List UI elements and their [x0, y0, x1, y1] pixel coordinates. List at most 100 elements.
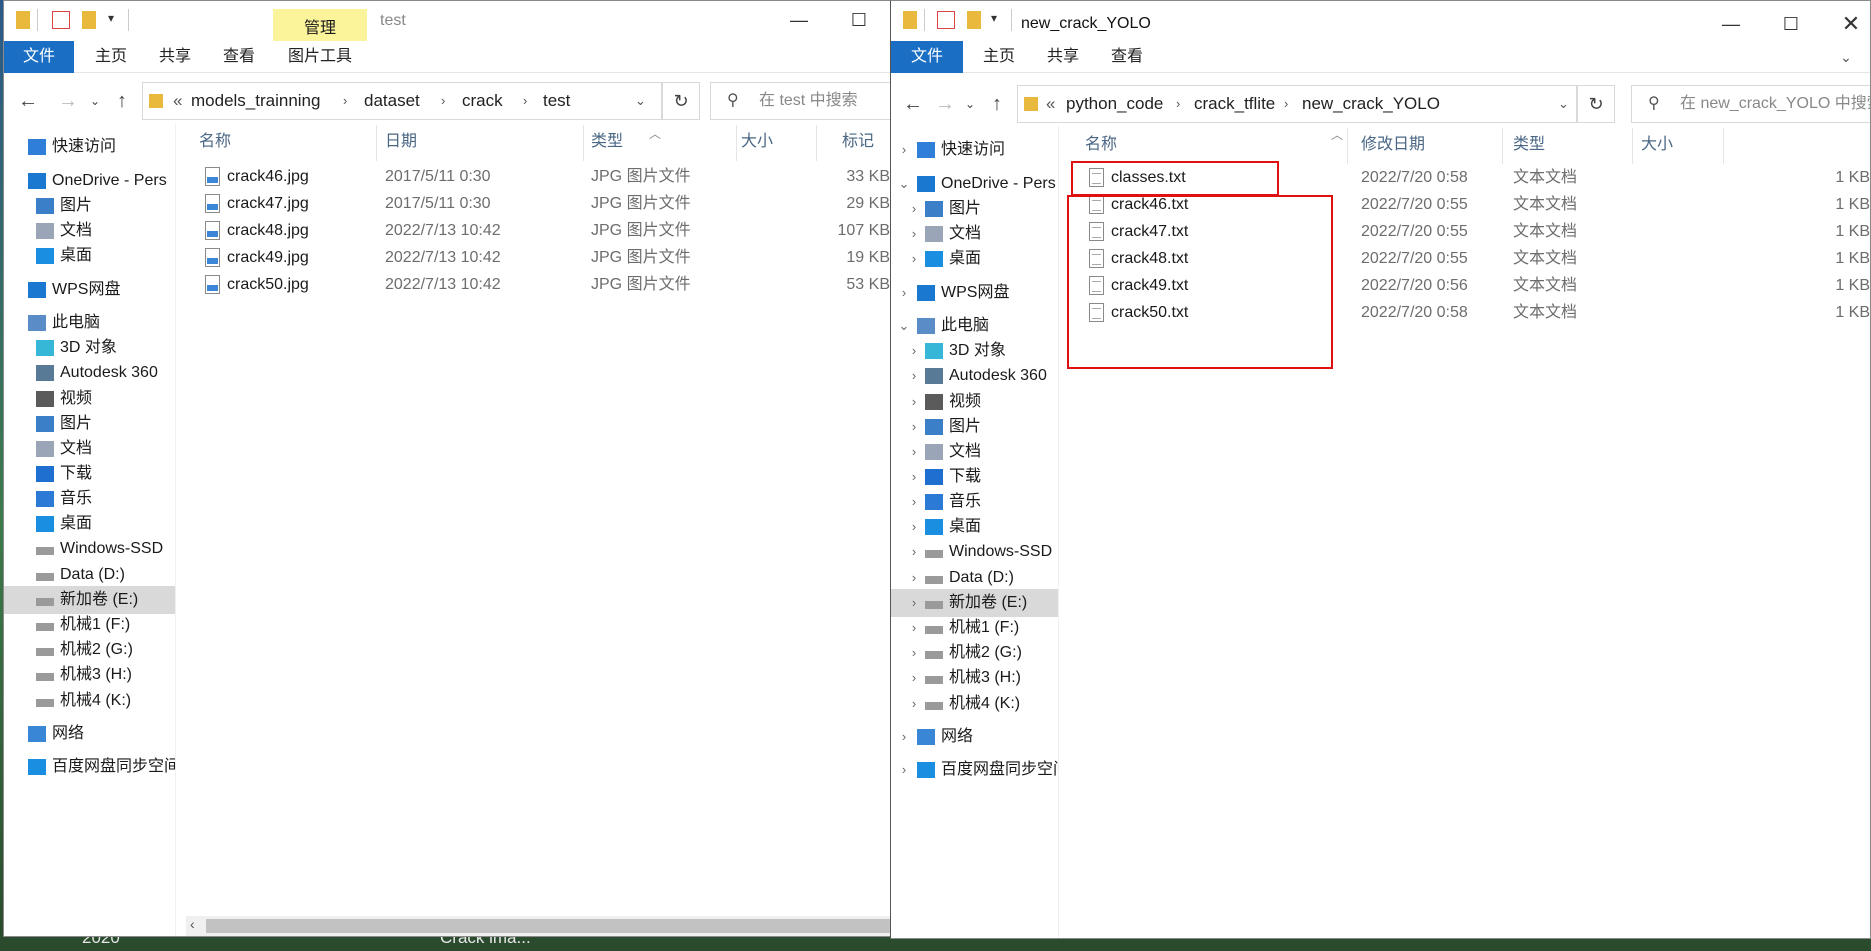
- expand-chevron-icon[interactable]: ›: [907, 513, 921, 541]
- file-name[interactable]: crack46.jpg: [227, 163, 309, 190]
- sidebar-item[interactable]: › 百度网盘同步空间: [891, 756, 1058, 784]
- scroll-left-arrow-icon[interactable]: ‹: [190, 916, 195, 932]
- ribbon-expand-chevron-icon[interactable]: ⌄: [1831, 41, 1861, 73]
- sidebar-item[interactable]: ⌄ OneDrive - Pers: [891, 170, 1058, 198]
- sidebar-item[interactable]: 图片: [4, 192, 175, 220]
- sidebar-item[interactable]: › Data (D:): [891, 564, 1058, 592]
- file-row[interactable]: crack46.jpg 2017/5/11 0:30 JPG 图片文件 33 KB: [186, 163, 890, 190]
- refresh-button[interactable]: ↻: [1577, 85, 1615, 123]
- sidebar-item[interactable]: › 音乐: [891, 488, 1058, 516]
- sidebar-item[interactable]: › 图片: [891, 413, 1058, 441]
- tab-home[interactable]: 主页: [86, 41, 136, 73]
- breadcrumb-chevron-icon[interactable]: ›: [523, 83, 527, 119]
- sidebar-item[interactable]: › 机械1 (F:): [891, 614, 1058, 642]
- sidebar-item[interactable]: 3D 对象: [4, 334, 175, 362]
- breadcrumb-chevron-icon[interactable]: ›: [343, 83, 347, 119]
- sidebar-item[interactable]: › 快速访问: [891, 136, 1058, 164]
- tab-file[interactable]: 文件: [4, 41, 74, 73]
- new-folder-icon[interactable]: [967, 11, 981, 29]
- sidebar-item[interactable]: › 机械2 (G:): [891, 639, 1058, 667]
- expand-chevron-icon[interactable]: ›: [897, 136, 911, 164]
- column-header-modified-date[interactable]: 修改日期: [1361, 126, 1425, 166]
- breadcrumb-item[interactable]: models_trainning: [191, 83, 320, 119]
- expand-chevron-icon[interactable]: ›: [907, 488, 921, 516]
- sidebar-item[interactable]: 音乐: [4, 485, 175, 513]
- column-header-date[interactable]: 日期: [385, 123, 417, 163]
- up-arrow-icon[interactable]: ↑: [110, 87, 134, 115]
- breadcrumb-item[interactable]: python_code: [1066, 86, 1163, 122]
- sidebar-item[interactable]: 机械4 (K:): [4, 687, 175, 715]
- sidebar-item[interactable]: › 桌面: [891, 245, 1058, 273]
- recent-locations-icon[interactable]: ⌄: [86, 87, 104, 115]
- sidebar-item[interactable]: › 桌面: [891, 513, 1058, 541]
- scrollbar-thumb[interactable]: [206, 919, 890, 933]
- properties-icon[interactable]: [52, 11, 70, 29]
- sidebar-item[interactable]: 百度网盘同步空间: [4, 753, 175, 781]
- address-dropdown-icon[interactable]: ⌄: [635, 83, 646, 119]
- expand-chevron-icon[interactable]: ›: [907, 388, 921, 416]
- sidebar-item[interactable]: › 图片: [891, 195, 1058, 223]
- quick-access-dropdown-icon[interactable]: ▾: [991, 11, 997, 25]
- file-name[interactable]: crack48.jpg: [227, 217, 309, 244]
- maximize-button[interactable]: ☐: [829, 1, 889, 39]
- minimize-button[interactable]: —: [1701, 5, 1761, 43]
- sidebar-item[interactable]: 此电脑: [4, 309, 175, 337]
- recent-locations-icon[interactable]: ⌄: [961, 90, 979, 118]
- sidebar-item[interactable]: › Autodesk 360: [891, 362, 1058, 390]
- address-bar[interactable]: « python_code › crack_tflite › new_crack…: [1017, 85, 1577, 123]
- sidebar-item[interactable]: › Windows-SSD: [891, 538, 1058, 566]
- address-bar[interactable]: « models_trainning › dataset › crack › t…: [142, 82, 662, 120]
- column-header-size[interactable]: 大小: [741, 123, 773, 163]
- expanded-chevron-icon[interactable]: ⌄: [897, 312, 911, 340]
- sidebar-item[interactable]: 机械3 (H:): [4, 661, 175, 689]
- sidebar-item[interactable]: › 视频: [891, 388, 1058, 416]
- expand-chevron-icon[interactable]: ›: [907, 564, 921, 592]
- tab-share[interactable]: 共享: [1037, 41, 1089, 73]
- sidebar-item[interactable]: › 网络: [891, 723, 1058, 751]
- expand-chevron-icon[interactable]: ›: [907, 337, 921, 365]
- column-header-tags[interactable]: 标记: [842, 123, 874, 163]
- expand-chevron-icon[interactable]: ›: [897, 723, 911, 751]
- sidebar-item[interactable]: › 下载: [891, 463, 1058, 491]
- file-name[interactable]: crack50.jpg: [227, 271, 309, 298]
- breadcrumb-item[interactable]: new_crack_YOLO: [1302, 86, 1440, 122]
- tab-picture-tools[interactable]: 图片工具: [276, 41, 364, 73]
- expand-chevron-icon[interactable]: ›: [907, 438, 921, 466]
- column-header-name[interactable]: 名称: [1085, 126, 1117, 166]
- expand-chevron-icon[interactable]: ›: [897, 279, 911, 307]
- file-row[interactable]: crack49.jpg 2022/7/13 10:42 JPG 图片文件 19 KB: [186, 244, 890, 271]
- expand-chevron-icon[interactable]: ›: [907, 413, 921, 441]
- sidebar-item[interactable]: › 机械3 (H:): [891, 664, 1058, 692]
- sidebar-item[interactable]: 视频: [4, 385, 175, 413]
- breadcrumb-overflow[interactable]: «: [173, 83, 182, 119]
- sidebar-item[interactable]: 文档: [4, 217, 175, 245]
- breadcrumb-item[interactable]: dataset: [364, 83, 420, 119]
- sidebar-item[interactable]: 文档: [4, 435, 175, 463]
- sidebar-item[interactable]: 桌面: [4, 510, 175, 538]
- up-arrow-icon[interactable]: ↑: [985, 90, 1009, 118]
- search-input[interactable]: ⚲ 在 new_crack_YOLO 中搜索: [1631, 85, 1870, 123]
- sidebar-item[interactable]: WPS网盘: [4, 276, 175, 304]
- sidebar-item[interactable]: Data (D:): [4, 561, 175, 589]
- sidebar-item[interactable]: OneDrive - Pers: [4, 167, 175, 195]
- sidebar-item[interactable]: 网络: [4, 720, 175, 748]
- maximize-button[interactable]: ☐: [1761, 5, 1821, 43]
- address-dropdown-icon[interactable]: ⌄: [1558, 86, 1569, 122]
- expand-chevron-icon[interactable]: ›: [907, 690, 921, 718]
- properties-icon[interactable]: [937, 11, 955, 29]
- expand-chevron-icon[interactable]: ›: [907, 245, 921, 273]
- minimize-button[interactable]: —: [769, 1, 829, 39]
- breadcrumb-chevron-icon[interactable]: ›: [1176, 86, 1180, 122]
- tab-view[interactable]: 查看: [1101, 41, 1153, 73]
- expand-chevron-icon[interactable]: ›: [907, 639, 921, 667]
- tab-view[interactable]: 查看: [214, 41, 264, 73]
- forward-arrow-icon[interactable]: →: [54, 87, 82, 115]
- tab-share[interactable]: 共享: [150, 41, 200, 73]
- file-name[interactable]: crack47.jpg: [227, 190, 309, 217]
- back-arrow-icon[interactable]: ←: [899, 90, 927, 118]
- file-name[interactable]: crack49.jpg: [227, 244, 309, 271]
- sidebar-item[interactable]: › 3D 对象: [891, 337, 1058, 365]
- sidebar-item[interactable]: › WPS网盘: [891, 279, 1058, 307]
- sidebar-item[interactable]: 新加卷 (E:): [4, 586, 175, 614]
- expand-chevron-icon[interactable]: ›: [907, 463, 921, 491]
